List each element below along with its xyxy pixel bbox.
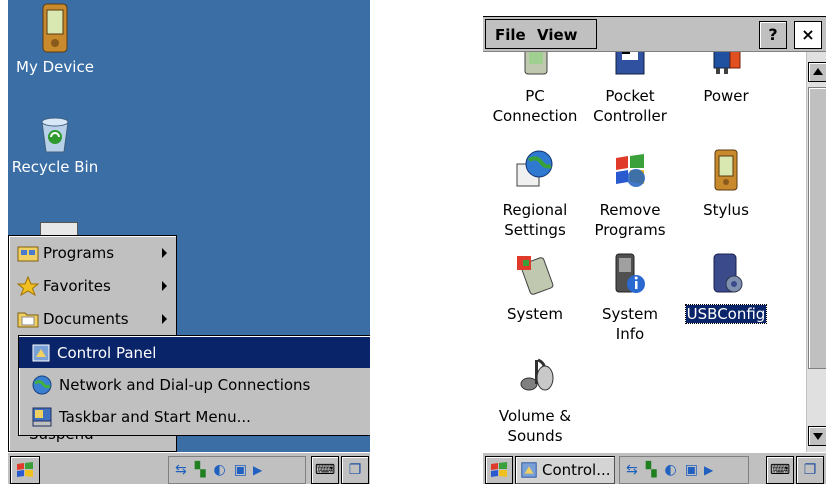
view-menu[interactable]: View (537, 26, 578, 44)
cp-item-usbconfig[interactable]: USBConfig (679, 252, 773, 324)
submenu-item-taskbar[interactable]: Taskbar and Start Menu... (19, 401, 370, 432)
show-desktop-icon: ❐ (348, 462, 362, 478)
signal-icon[interactable]: ▚ (195, 462, 206, 478)
cp-item-label: System (507, 305, 563, 323)
system-info-icon (615, 253, 645, 293)
system-icon (517, 256, 554, 295)
usb-connection-icon[interactable]: ⇆ (626, 462, 638, 478)
tray-arrow-icon[interactable]: ▶ (704, 463, 713, 477)
battery-icon[interactable]: ▣ (234, 462, 247, 478)
scroll-down-arrow-icon (813, 433, 823, 440)
submenu-arrow-icon (162, 314, 167, 324)
scroll-thumb[interactable] (808, 87, 826, 369)
pocket-controller-icon (615, 52, 645, 75)
favorites-star-icon (17, 276, 39, 296)
stylus-icon (714, 149, 738, 191)
control-panel-icon (32, 344, 50, 361)
pda-device-icon (42, 3, 68, 53)
volume-sounds-icon (520, 358, 554, 391)
vertical-scrollbar[interactable] (806, 52, 826, 452)
cp-item-system-info[interactable]: System Info (583, 252, 677, 344)
scroll-down-button[interactable] (808, 426, 826, 446)
remove-programs-icon (616, 154, 645, 187)
taskbar-settings-icon (32, 407, 52, 426)
cp-item-label: USBConfig (684, 304, 768, 324)
cp-item-remove-programs[interactable]: Remove Programs (583, 148, 677, 240)
control-panel-icon (521, 462, 537, 478)
close-button[interactable]: × (794, 21, 822, 49)
cp-item-pocket-controller[interactable]: Pocket Controller (583, 52, 677, 126)
documents-folder-icon (17, 312, 39, 328)
left-device-screen: My Device Recycle Bin Programs Favorites (8, 0, 370, 484)
submenu-arrow-icon (162, 281, 167, 291)
start-menu-item-documents[interactable]: Documents (17, 304, 167, 334)
cp-item-label: Pocket Controller (593, 87, 667, 125)
menu-group: File View (485, 19, 597, 49)
submenu-arrow-icon (162, 248, 167, 258)
power-plug-icon (713, 52, 741, 74)
pc-connection-icon (524, 52, 548, 75)
start-button[interactable] (485, 456, 513, 484)
show-desktop-button[interactable]: ❐ (341, 456, 369, 484)
cp-item-label: Remove Programs (594, 201, 666, 239)
cp-item-label: Stylus (703, 201, 749, 219)
network-icon[interactable]: ◐ (214, 462, 226, 478)
start-menu-item-programs[interactable]: Programs (17, 238, 167, 268)
cp-item-label: Power (703, 87, 749, 105)
cp-item-label: Volume & Sounds (498, 407, 572, 445)
start-button[interactable] (10, 456, 40, 484)
help-button[interactable]: ? (759, 21, 787, 49)
start-menu-item-favorites[interactable]: Favorites (17, 271, 167, 301)
recycle-bin-icon (41, 117, 69, 153)
regional-settings-icon (516, 150, 553, 187)
settings-submenu: Control Panel Network and Dial-up Connec… (18, 335, 370, 436)
cp-item-label: PC Connection (492, 87, 578, 125)
usb-connection-icon[interactable]: ⇆ (175, 462, 187, 478)
desktop-icon-label: Recycle Bin (11, 158, 99, 176)
keyboard-button[interactable]: ⌨ (766, 456, 794, 484)
cp-item-power[interactable]: Power (679, 52, 773, 106)
windows-flag-icon (17, 462, 33, 477)
control-panel-content: PC Connection Pocket Controller Power Re… (483, 52, 806, 452)
cp-item-volume-sounds[interactable]: Volume & Sounds (488, 354, 582, 446)
cp-item-label: System Info (602, 305, 658, 343)
task-button-control-panel[interactable]: Control... (515, 456, 615, 484)
taskbar: ⇆ ▚ ◐ ▣ ▶ ⌨ ❐ (8, 452, 370, 484)
desktop-icon-recycle-bin[interactable]: Recycle Bin (8, 116, 110, 176)
desktop-icon-my-device[interactable]: My Device (8, 2, 110, 76)
network-globe-icon (32, 375, 52, 394)
cp-item-regional-settings[interactable]: Regional Settings (488, 148, 582, 240)
keyboard-icon: ⌨ (769, 462, 791, 478)
submenu-item-control-panel[interactable]: Control Panel (19, 337, 370, 368)
desktop-icon-label: My Device (16, 58, 94, 76)
partial-desktop-icon (40, 222, 78, 236)
system-tray: ⇆ ▚ ◐ ▣ ▶ (619, 456, 749, 484)
scroll-up-arrow-icon (813, 68, 823, 75)
file-menu[interactable]: File (495, 26, 526, 44)
system-tray: ⇆ ▚ ◐ ▣ ▶ (168, 456, 306, 484)
tray-arrow-icon[interactable]: ▶ (253, 463, 262, 477)
signal-icon[interactable]: ▚ (646, 462, 657, 478)
usb-config-icon (713, 253, 743, 293)
battery-icon[interactable]: ▣ (685, 462, 698, 478)
programs-folder-icon (17, 246, 39, 262)
cp-item-label: Regional Settings (502, 201, 568, 239)
submenu-item-network[interactable]: Network and Dial-up Connections (19, 369, 370, 400)
keyboard-button[interactable]: ⌨ (311, 456, 339, 484)
cp-item-pc-connection[interactable]: PC Connection (488, 52, 582, 126)
windows-flag-icon (491, 462, 507, 477)
right-device-screen: File View ? × PC Connection Pocket Contr… (483, 0, 826, 484)
menu-bar: File View ? × (483, 16, 826, 52)
cp-item-system[interactable]: System (488, 252, 582, 324)
network-icon[interactable]: ◐ (665, 462, 677, 478)
taskbar: Control... ⇆ ▚ ◐ ▣ ▶ ⌨ ❐ (483, 452, 826, 484)
show-desktop-icon: ❐ (803, 462, 817, 478)
scroll-up-button[interactable] (808, 62, 826, 82)
show-desktop-button[interactable]: ❐ (796, 456, 824, 484)
keyboard-icon: ⌨ (314, 462, 336, 478)
cp-item-stylus[interactable]: Stylus (679, 148, 773, 220)
